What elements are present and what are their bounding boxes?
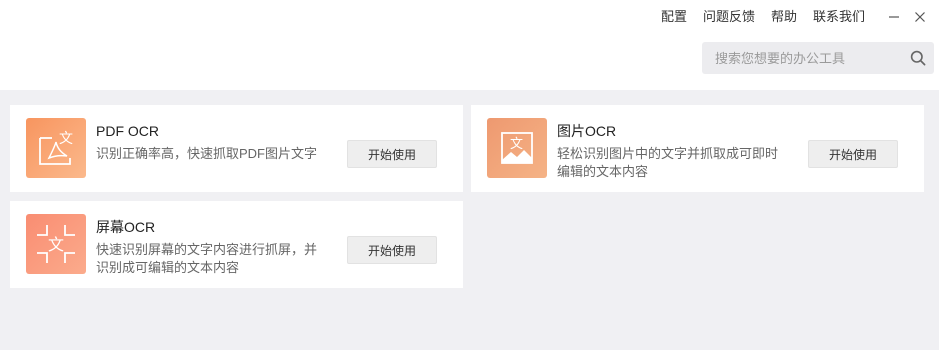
image-ocr-icon[interactable]: 文 [487,118,547,178]
image-ocr-card: 文 图片OCR 轻松识别图片中的文字并抓取成可即时编辑的文本内容 开始使用 [471,105,924,192]
card-description: 轻松识别图片中的文字并抓取成可即时编辑的文本内容 [557,146,779,179]
minimize-icon [889,16,899,18]
start-button[interactable]: 开始使用 [347,236,437,264]
help-link[interactable]: 帮助 [771,8,797,26]
search-input[interactable] [702,42,902,74]
card-description: 识别正确率高，快速抓取PDF图片文字 [96,146,318,161]
svg-text:文: 文 [48,235,64,254]
close-icon [915,12,925,22]
top-menu: 配置 问题反馈 帮助 联系我们 [661,8,939,26]
start-button[interactable]: 开始使用 [808,140,898,168]
settings-link[interactable]: 配置 [661,8,687,26]
contact-link[interactable]: 联系我们 [813,8,865,26]
search-icon [910,50,926,66]
search-button[interactable] [902,42,934,74]
pdf-ocr-card: 文 PDF OCR 识别正确率高，快速抓取PDF图片文字 开始使用 [10,105,463,192]
start-button[interactable]: 开始使用 [347,140,437,168]
card-title: 图片OCR [557,123,617,139]
svg-text:文: 文 [510,137,523,152]
card-description: 快速识别屏幕的文字内容进行抓屏，并识别成可编辑的文本内容 [96,242,318,275]
top-bar: 配置 问题反馈 帮助 联系我们 [0,0,939,90]
svg-text:文: 文 [59,131,73,147]
screen-ocr-icon[interactable]: 文 [26,214,86,274]
card-title: 屏幕OCR [96,219,156,235]
close-button[interactable] [907,8,933,26]
pdf-ocr-icon[interactable]: 文 [26,118,86,178]
minimize-button[interactable] [881,8,907,26]
search-box [702,42,934,74]
screen-ocr-card: 文 屏幕OCR 快速识别屏幕的文字内容进行抓屏，并识别成可编辑的文本内容 开始使… [10,201,463,288]
card-title: PDF OCR [96,123,159,139]
feedback-link[interactable]: 问题反馈 [703,8,755,26]
